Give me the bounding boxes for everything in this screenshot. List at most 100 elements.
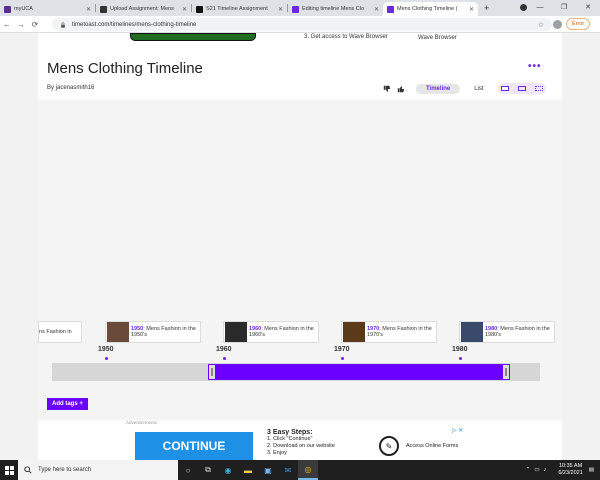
scrubber-right-handle[interactable] bbox=[502, 364, 510, 380]
close-window-icon[interactable]: ✕ bbox=[576, 3, 600, 11]
tab-label: S21 Timeline Assignment bbox=[206, 6, 268, 12]
windows-start-icon[interactable] bbox=[0, 460, 18, 480]
thumbs-down-icon[interactable] bbox=[382, 84, 392, 94]
chrome-icon[interactable]: ◎ bbox=[298, 460, 318, 480]
browser-tab-upload-assignment[interactable]: Upload Assignment: Mens ✕ bbox=[96, 2, 191, 16]
forward-arrow-icon[interactable]: → bbox=[14, 20, 28, 29]
axis-marker bbox=[459, 357, 462, 360]
reload-icon[interactable]: ⟳ bbox=[28, 20, 42, 29]
tray-expand-icon[interactable]: ⌃ bbox=[526, 467, 531, 473]
error-button[interactable]: Error bbox=[566, 18, 591, 30]
timeline-event-card[interactable]: 1970: Mens Fashion in the 1970's bbox=[341, 321, 437, 343]
address-bar[interactable]: timetoast.com/timelines/mens-clothing-ti… bbox=[52, 18, 552, 31]
minimize-icon[interactable]: — bbox=[528, 4, 552, 11]
list-view-button[interactable]: List bbox=[474, 86, 483, 92]
ad-banner[interactable]: CONTINUE 3 Easy Steps: 1. Click "Continu… bbox=[126, 426, 486, 463]
cortana-icon[interactable]: ○ bbox=[178, 460, 198, 480]
browser-tab-editing-timeline[interactable]: Editing timeline Mens Clo ✕ bbox=[288, 2, 383, 16]
tab-label: Mens Clothing Timeline | bbox=[397, 6, 458, 12]
bookmark-star-icon[interactable]: ☆ bbox=[538, 21, 544, 29]
taskbar-search-input[interactable]: Type here to search bbox=[18, 460, 178, 480]
doc-favicon-icon bbox=[196, 5, 203, 13]
timeline-event-card[interactable]: 1950: Mens Fashion in the 1950's bbox=[105, 321, 201, 343]
fullscreen-icon[interactable] bbox=[535, 86, 543, 91]
timeline-event-card[interactable]: ns Fashion in bbox=[38, 321, 82, 343]
close-tab-icon[interactable]: ✕ bbox=[278, 6, 283, 13]
close-tab-icon[interactable]: ✕ bbox=[374, 6, 379, 13]
new-tab-button[interactable]: + bbox=[484, 3, 489, 13]
timeline-view-button[interactable]: Timeline bbox=[416, 84, 461, 94]
volume-icon[interactable]: ♪ bbox=[544, 467, 547, 473]
system-clock[interactable]: 10:35 AM 6/23/2021 bbox=[558, 463, 582, 477]
network-icon[interactable]: ▭ bbox=[534, 467, 539, 473]
timeline-actions: Timeline List bbox=[382, 84, 484, 94]
close-tab-icon[interactable]: ✕ bbox=[469, 6, 474, 13]
byline-prefix: By bbox=[47, 85, 55, 91]
thumbs-up-icon[interactable] bbox=[396, 84, 406, 94]
layout-toggle[interactable] bbox=[498, 83, 546, 94]
close-tab-icon[interactable]: ✕ bbox=[86, 6, 91, 13]
search-placeholder: Type here to search bbox=[38, 467, 92, 473]
ad-continue-button[interactable]: CONTINUE bbox=[135, 432, 253, 460]
profile-avatar-icon[interactable] bbox=[553, 19, 562, 29]
ad-step: 2. Download on our website bbox=[267, 443, 335, 449]
ad-steps: 3 Easy Steps: 1. Click "Continue" 2. Dow… bbox=[267, 429, 335, 457]
timetoast-page: 3. Get access to Wave Browser Wave Brows… bbox=[38, 33, 562, 463]
form-document-icon: ✎ bbox=[379, 436, 399, 456]
browser-toolbar: ← → ⟳ timetoast.com/timelines/mens-cloth… bbox=[0, 16, 600, 33]
event-year: 1970 bbox=[367, 325, 380, 332]
ad-forms-text: Access Online Forms bbox=[406, 443, 459, 449]
notifications-icon[interactable]: ▤ bbox=[589, 467, 594, 473]
event-year: 1980 bbox=[485, 325, 498, 332]
tab-label: Editing timeline Mens Clo bbox=[302, 6, 365, 12]
windows-taskbar: Type here to search ○ ⧉ ◉ ▬ ▣ ✉ ◎ ⌃ ▭ ♪ … bbox=[0, 460, 600, 480]
task-view-icon[interactable]: ⧉ bbox=[198, 460, 218, 480]
search-icon bbox=[24, 466, 32, 474]
event-text: ns Fashion in bbox=[39, 328, 72, 335]
scrubber-left-handle[interactable] bbox=[208, 364, 216, 380]
edge-icon[interactable]: ◉ bbox=[218, 460, 238, 480]
event-thumbnail bbox=[343, 322, 365, 342]
store-icon[interactable]: ▣ bbox=[258, 460, 278, 480]
tab-search-icon[interactable] bbox=[520, 4, 527, 11]
axis-year-label: 1950 bbox=[98, 346, 114, 353]
window-controls: — ❐ ✕ bbox=[528, 0, 600, 14]
ad-close-icon[interactable]: ▷ ✕ bbox=[452, 427, 463, 434]
back-arrow-icon[interactable]: ← bbox=[0, 20, 14, 29]
page-title: Mens Clothing Timeline bbox=[47, 60, 203, 77]
axis-year-label: 1960 bbox=[216, 346, 232, 353]
top-ad-text: 3. Get access to Wave Browser bbox=[304, 34, 388, 40]
ad-step: 1. Click "Continue" bbox=[267, 436, 313, 442]
browser-tab-mens-clothing-timeline[interactable]: Mens Clothing Timeline | ✕ bbox=[383, 2, 478, 16]
event-year: 1950 bbox=[131, 325, 144, 332]
ad-steps-heading: 3 Easy Steps: bbox=[267, 429, 313, 436]
canvas-favicon-icon bbox=[100, 5, 107, 13]
timeline-scrubber[interactable] bbox=[52, 363, 540, 381]
event-year: 1960 bbox=[249, 325, 262, 332]
maximize-icon[interactable]: ❐ bbox=[552, 3, 576, 11]
axis-marker bbox=[341, 357, 344, 360]
axis-year-label: 1980 bbox=[452, 346, 468, 353]
timeline-event-card[interactable]: 1960: Mens Fashion in the 1960's bbox=[223, 321, 319, 343]
url-text: timetoast.com/timelines/mens-clothing-ti… bbox=[72, 21, 197, 28]
more-options-icon[interactable]: ••• bbox=[528, 61, 542, 72]
ad-step: 3. Enjoy bbox=[267, 450, 287, 456]
layout-box-icon[interactable] bbox=[518, 86, 526, 91]
toolbar-right: Error bbox=[553, 18, 591, 30]
add-tags-button[interactable]: Add tags + bbox=[47, 398, 88, 410]
byline: By jacenasmith16 bbox=[47, 85, 94, 91]
file-explorer-icon[interactable]: ▬ bbox=[238, 460, 258, 480]
browser-tab-myuca[interactable]: myUCA ✕ bbox=[0, 2, 95, 16]
tab-label: Upload Assignment: Mens bbox=[110, 6, 174, 12]
clock-time: 10:35 AM bbox=[558, 463, 583, 469]
browser-tab-bar: myUCA ✕ Upload Assignment: Mens ✕ S21 Ti… bbox=[0, 0, 600, 16]
scrubber-selected-range[interactable] bbox=[214, 364, 504, 380]
author-link[interactable]: jacenasmith16 bbox=[56, 85, 95, 91]
browser-tab-timeline-assignment[interactable]: S21 Timeline Assignment ✕ bbox=[192, 2, 287, 16]
top-ad-button[interactable] bbox=[130, 33, 256, 41]
clock-date: 6/23/2021 bbox=[558, 470, 583, 476]
layout-wide-icon[interactable] bbox=[501, 86, 509, 91]
close-tab-icon[interactable]: ✕ bbox=[182, 6, 187, 13]
mail-icon[interactable]: ✉ bbox=[278, 460, 298, 480]
timeline-event-card[interactable]: 1980: Mens Fashion in the 1980's bbox=[459, 321, 555, 343]
